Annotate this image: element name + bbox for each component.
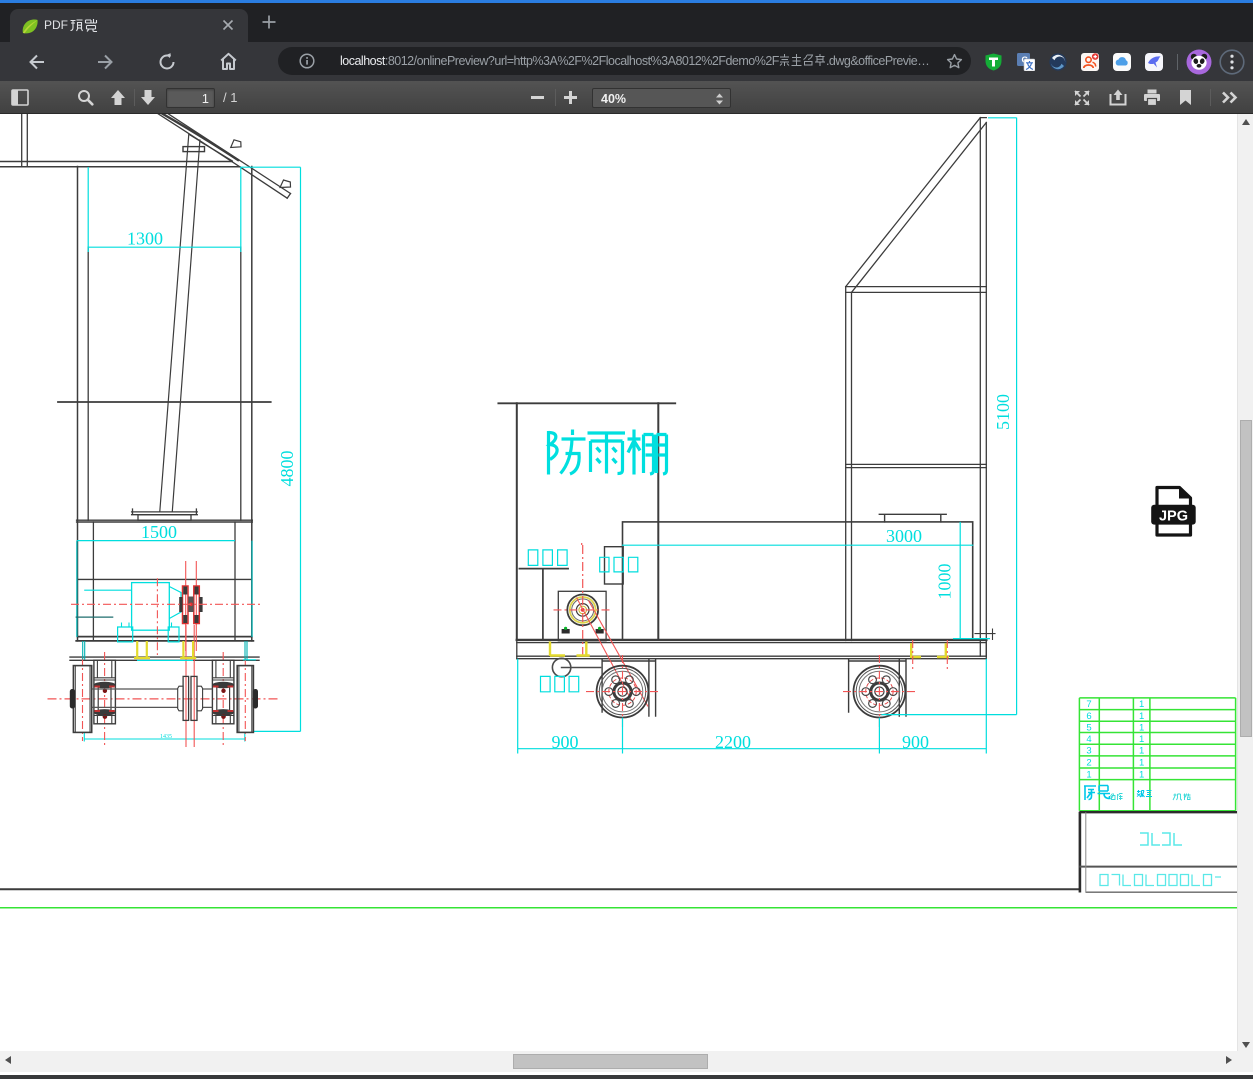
svg-text:1: 1 bbox=[1139, 746, 1144, 757]
svg-text:1500: 1500 bbox=[141, 522, 177, 542]
svg-text:4800: 4800 bbox=[277, 451, 297, 487]
svg-text:1: 1 bbox=[1139, 711, 1144, 722]
svg-text:3: 3 bbox=[1086, 746, 1091, 757]
svg-text:JPG: JPG bbox=[1159, 509, 1188, 525]
svg-text:7: 7 bbox=[1086, 699, 1091, 710]
svg-text:3000: 3000 bbox=[886, 526, 922, 546]
svg-text:4: 4 bbox=[1086, 734, 1091, 745]
svg-text:1: 1 bbox=[1139, 699, 1144, 710]
svg-text:900: 900 bbox=[902, 732, 929, 752]
svg-text:1: 1 bbox=[1139, 757, 1144, 768]
svg-text:1: 1 bbox=[1139, 734, 1144, 745]
svg-text:6: 6 bbox=[1086, 711, 1091, 722]
svg-text:5100: 5100 bbox=[993, 394, 1013, 430]
svg-text:900: 900 bbox=[552, 732, 579, 752]
svg-text:2: 2 bbox=[1086, 757, 1091, 768]
svg-text:1300: 1300 bbox=[127, 229, 163, 249]
svg-text:1: 1 bbox=[1139, 722, 1144, 733]
svg-text:1: 1 bbox=[1086, 769, 1091, 780]
svg-text:1: 1 bbox=[1139, 769, 1144, 780]
svg-text:1435: 1435 bbox=[160, 734, 172, 740]
svg-text:5: 5 bbox=[1086, 722, 1091, 733]
svg-text:2200: 2200 bbox=[715, 732, 751, 752]
svg-text:1000: 1000 bbox=[935, 564, 955, 600]
